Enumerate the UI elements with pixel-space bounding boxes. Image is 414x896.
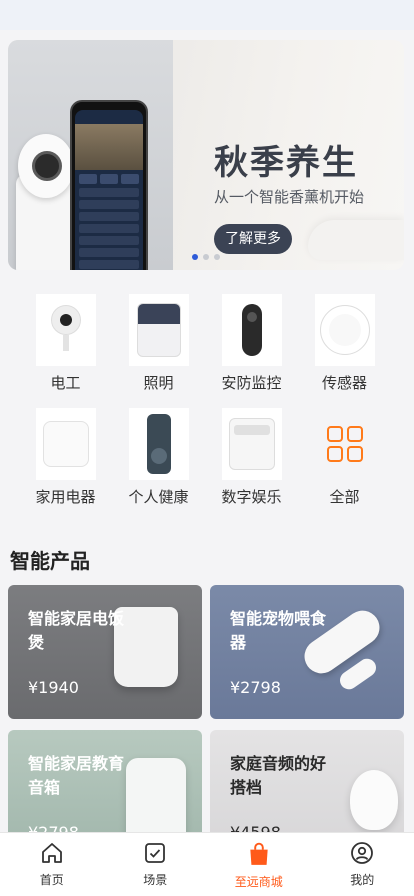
doorbell-icon <box>221 294 282 366</box>
bottom-tab-bar: 首页 场景 至远商城 我的 <box>0 832 414 896</box>
category-item-entertainment[interactable]: 数字娱乐 <box>205 408 298 507</box>
status-bar <box>0 0 414 30</box>
promo-banner[interactable]: 秋季养生 从一个智能香薰机开始 了解更多 <box>8 40 404 270</box>
category-label: 全部 <box>329 488 360 506</box>
category-item-appliances[interactable]: 家用电器 <box>19 408 112 507</box>
product-card[interactable]: 智能宠物喂食器 ¥2798 <box>210 585 404 719</box>
user-icon <box>351 842 374 864</box>
product-price: ¥1940 <box>28 678 79 697</box>
grid-icon <box>315 408 375 480</box>
health-band-icon <box>128 408 189 480</box>
category-item-electrical[interactable]: 电工 <box>19 294 112 393</box>
media-device-icon <box>221 408 282 480</box>
tab-store[interactable]: 至远商城 <box>207 833 311 896</box>
carousel-indicator[interactable] <box>192 254 220 260</box>
category-label: 个人健康 <box>128 488 189 506</box>
light-panel-icon <box>128 294 189 366</box>
section-title: 智能产品 <box>10 549 90 573</box>
banner-background-image <box>308 220 404 260</box>
tab-label: 首页 <box>39 873 64 887</box>
category-label: 传感器 <box>321 374 367 392</box>
category-item-all[interactable]: 全部 <box>298 408 391 507</box>
audio-device-image <box>350 770 398 830</box>
product-name: 智能家居电饭煲 <box>28 609 125 652</box>
product-card[interactable]: 智能家居电饭煲 ¥1940 <box>8 585 202 719</box>
category-label: 照明 <box>143 374 174 392</box>
tab-home[interactable]: 首页 <box>0 833 104 896</box>
category-item-security[interactable]: 安防监控 <box>205 294 298 393</box>
tab-label: 至远商城 <box>234 875 283 889</box>
camera-product-image <box>16 134 76 270</box>
category-item-sensors[interactable]: 传感器 <box>298 294 391 393</box>
camera-icon <box>35 294 96 366</box>
appliance-icon <box>35 408 96 480</box>
tab-label: 场景 <box>143 873 168 887</box>
category-label: 数字娱乐 <box>221 488 282 506</box>
tab-scenes[interactable]: 场景 <box>104 833 208 896</box>
shopping-bag-icon <box>250 842 268 865</box>
carousel-dot[interactable] <box>203 254 209 260</box>
tab-label: 我的 <box>350 873 375 887</box>
category-label: 安防监控 <box>221 374 282 392</box>
category-item-lighting[interactable]: 照明 <box>112 294 205 393</box>
product-price: ¥2798 <box>230 678 281 697</box>
product-name: 家庭音频的好搭档 <box>230 754 327 797</box>
category-label: 家用电器 <box>35 488 96 506</box>
product-name: 智能宠物喂食器 <box>230 609 327 652</box>
checkbox-icon <box>145 843 166 863</box>
category-label: 电工 <box>50 374 81 392</box>
phone-product-image <box>70 100 148 270</box>
banner-product-image <box>8 40 173 270</box>
sensor-icon <box>314 294 375 366</box>
tab-profile[interactable]: 我的 <box>311 833 414 896</box>
learn-more-button[interactable]: 了解更多 <box>214 224 292 254</box>
carousel-dot[interactable] <box>192 254 198 260</box>
banner-title: 秋季养生 <box>214 143 358 183</box>
banner-subtitle: 从一个智能香薰机开始 <box>214 188 365 206</box>
product-name: 智能家居教育音箱 <box>28 754 125 797</box>
category-item-health[interactable]: 个人健康 <box>112 408 205 507</box>
home-icon <box>41 843 62 863</box>
carousel-dot[interactable] <box>214 254 220 260</box>
